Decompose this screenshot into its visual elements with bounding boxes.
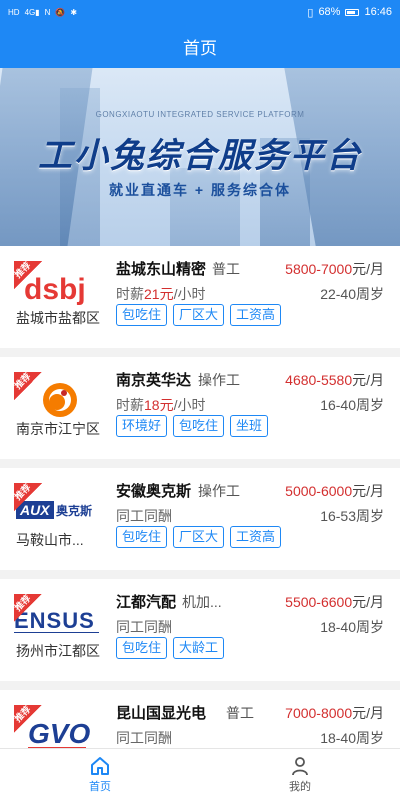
job-tags: 环境好 包吃住 坐班 bbox=[116, 415, 269, 437]
job-tags: 包吃住 大龄工 bbox=[116, 637, 225, 659]
pay-info: 时薪21元/小时 bbox=[116, 284, 205, 304]
job-tag: 坐班 bbox=[230, 415, 269, 437]
job-tag: 包吃住 bbox=[116, 304, 168, 326]
pay-value: 18元 bbox=[144, 397, 174, 413]
salary: 5500-6600元/月 bbox=[285, 592, 384, 612]
job-tag: 包吃住 bbox=[116, 637, 168, 659]
pay-prefix: 同工同酬 bbox=[116, 508, 172, 524]
banner-title: 工小兔综合服务平台 bbox=[38, 137, 362, 175]
job-location: 马鞍山市... bbox=[16, 532, 84, 548]
job-position: 操作工 bbox=[198, 483, 240, 499]
pay-info: 同工同酬 bbox=[116, 617, 172, 637]
salary-range: 5500-6600 bbox=[285, 594, 353, 610]
salary-unit: 元/月 bbox=[352, 261, 384, 277]
nav-mine-label: 我的 bbox=[289, 780, 311, 793]
banner-slogan: 就业直通车 + 服务综合体 bbox=[109, 182, 291, 198]
job-tag: 环境好 bbox=[116, 415, 168, 437]
job-tag: 工资高 bbox=[230, 304, 282, 326]
company-logo: 推荐 ENSUS bbox=[14, 594, 99, 646]
job-tag: 大龄工 bbox=[173, 637, 225, 659]
company-name: 南京英华达 bbox=[116, 372, 192, 389]
hd-icon: HD bbox=[8, 7, 20, 17]
salary: 4680-5580元/月 bbox=[285, 370, 384, 390]
pay-prefix: 同工同酬 bbox=[116, 619, 172, 635]
nav-home[interactable]: 首页 bbox=[0, 749, 200, 800]
age-range: 16-40周岁 bbox=[320, 397, 384, 413]
job-tag: 包吃住 bbox=[173, 415, 225, 437]
battery-icon bbox=[345, 8, 360, 16]
nav-home-label: 首页 bbox=[89, 780, 111, 793]
job-location: 扬州市江都区 bbox=[16, 643, 100, 659]
pay-prefix: 时薪 bbox=[116, 286, 144, 302]
clock: 16:46 bbox=[364, 6, 392, 18]
salary: 5000-6000元/月 bbox=[285, 481, 384, 501]
bottom-nav: 首页 我的 bbox=[0, 748, 400, 800]
salary-range: 4680-5580 bbox=[285, 372, 353, 388]
job-position: 机加... bbox=[182, 594, 222, 610]
vibrate-icon: ▯ bbox=[307, 6, 314, 19]
salary-unit: 元/月 bbox=[352, 594, 384, 610]
job-card[interactable]: 推荐 南京市江宁区 南京英华达 操作工 4680-5580元/月 时薪18元/小… bbox=[0, 357, 400, 468]
company-name: 昆山国显光电 bbox=[116, 705, 207, 722]
pay-info: 同工同酬 bbox=[116, 728, 172, 748]
company-name: 安徽奥克斯 bbox=[116, 483, 192, 500]
salary: 7000-8000元/月 bbox=[285, 703, 384, 723]
signal-icon: 4G▮ bbox=[24, 7, 40, 17]
job-tags: 包吃住 厂区大 工资高 bbox=[116, 304, 282, 326]
job-tag: 厂区大 bbox=[173, 526, 225, 548]
job-tag: 包吃住 bbox=[116, 526, 168, 548]
pay-value: 21元 bbox=[144, 286, 174, 302]
salary-range: 5000-6000 bbox=[285, 483, 353, 499]
svg-text:奥克斯: 奥克斯 bbox=[56, 503, 92, 518]
job-tag: 厂区大 bbox=[173, 304, 225, 326]
pay-suffix: /小时 bbox=[173, 286, 206, 302]
job-card[interactable]: 推荐 AUX 奥克斯 马鞍山市... 安徽奥克斯 操作工 5000-6000元/… bbox=[0, 468, 400, 579]
status-icons: HD 4G▮ N 🔕 ✱ bbox=[8, 8, 77, 17]
home-icon bbox=[91, 756, 109, 775]
age-range: 16-53周岁 bbox=[320, 508, 384, 524]
company-logo: 推荐 bbox=[14, 372, 99, 424]
job-location: 南京市江宁区 bbox=[16, 421, 100, 437]
pay-info: 同工同酬 bbox=[116, 506, 172, 526]
job-tag: 工资高 bbox=[230, 526, 282, 548]
age-range: 18-40周岁 bbox=[320, 730, 384, 746]
company-name: 江都汽配 bbox=[116, 594, 177, 611]
pay-info: 时薪18元/小时 bbox=[116, 395, 205, 415]
job-position: 普工 bbox=[212, 261, 240, 277]
job-tags: 包吃住 厂区大 工资高 bbox=[116, 526, 282, 548]
company-logo: 推荐 dsbj bbox=[14, 261, 99, 313]
pay-prefix: 时薪 bbox=[116, 397, 144, 413]
job-location: 盐城市盐都区 bbox=[16, 310, 100, 326]
job-list: 推荐 dsbj 盐城市盐都区 盐城东山精密 普工 5800-7000元/月 时薪… bbox=[0, 246, 400, 800]
page-title: 首页 bbox=[183, 38, 217, 58]
pay-prefix: 同工同酬 bbox=[116, 730, 172, 746]
job-position: 普工 bbox=[226, 705, 254, 721]
salary-unit: 元/月 bbox=[352, 372, 384, 388]
salary-unit: 元/月 bbox=[352, 705, 384, 721]
status-bar: HD 4G▮ N 🔕 ✱ ▯ 68% 16:46 bbox=[0, 0, 400, 24]
job-position: 操作工 bbox=[198, 372, 240, 388]
silent-icon: 🔕 bbox=[55, 7, 66, 17]
banner-subtitle: GONGXIAOTU INTEGRATED SERVICE PLATFORM bbox=[95, 110, 305, 119]
nfc-icon: N bbox=[44, 7, 51, 17]
salary-range: 7000-8000 bbox=[285, 705, 353, 721]
salary-unit: 元/月 bbox=[352, 483, 384, 499]
job-card[interactable]: 推荐 ENSUS 扬州市江都区 江都汽配 机加... 5500-6600元/月 … bbox=[0, 579, 400, 690]
job-card[interactable]: 推荐 dsbj 盐城市盐都区 盐城东山精密 普工 5800-7000元/月 时薪… bbox=[0, 246, 400, 357]
user-icon bbox=[292, 756, 308, 775]
nav-mine[interactable]: 我的 bbox=[200, 749, 400, 800]
company-logo: 推荐 AUX 奥克斯 bbox=[14, 483, 99, 535]
salary: 5800-7000元/月 bbox=[285, 259, 384, 279]
company-name: 盐城东山精密 bbox=[116, 261, 207, 278]
bluetooth-icon: ✱ bbox=[70, 7, 78, 17]
pay-suffix: /小时 bbox=[173, 397, 206, 413]
age-range: 22-40周岁 bbox=[320, 286, 384, 302]
battery-percent: 68% bbox=[318, 6, 341, 18]
age-range: 18-40周岁 bbox=[320, 619, 384, 635]
app-header: 首页 bbox=[0, 24, 400, 68]
promo-banner[interactable]: GONGXIAOTU INTEGRATED SERVICE PLATFORM 工… bbox=[0, 68, 400, 246]
salary-range: 5800-7000 bbox=[285, 261, 353, 277]
